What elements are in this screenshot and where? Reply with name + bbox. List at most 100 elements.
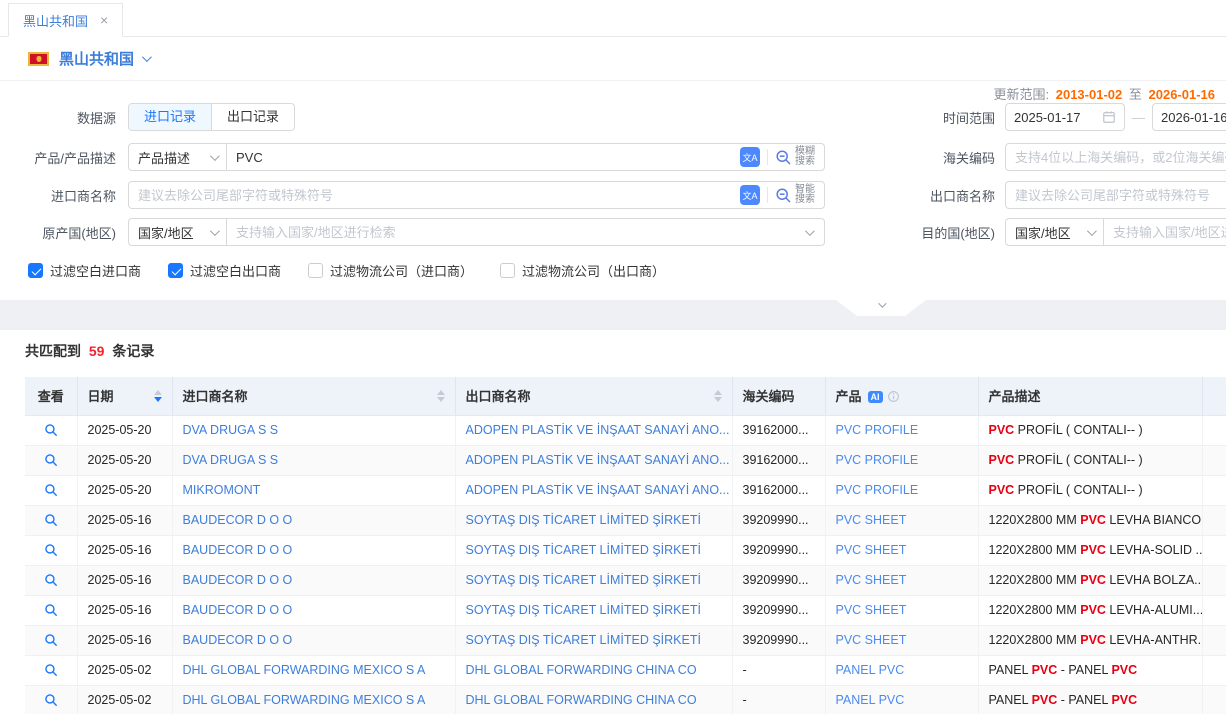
translate-icon[interactable]: 文A	[740, 185, 760, 205]
exporter-link[interactable]: SOYTAŞ DIŞ TİCARET LİMİTED ŞİRKETİ	[466, 513, 701, 527]
product-type-select[interactable]: 产品描述	[129, 144, 227, 170]
product-link[interactable]: PVC SHEET	[836, 633, 907, 647]
exporter-link[interactable]: ADOPEN PLASTİK VE İNŞAAT SANAYİ ANO...	[466, 423, 730, 437]
origin-country-input[interactable]	[227, 225, 805, 240]
update-range: 更新范围: 2013-01-02 至 2026-01-16	[993, 84, 1218, 103]
checkbox-icon[interactable]	[168, 263, 183, 278]
col-header-exporter[interactable]: 出口商名称	[455, 377, 732, 415]
product-link[interactable]: PVC PROFILE	[836, 453, 919, 467]
cell-description: PVC PROFİL ( CONTALI-- )	[978, 445, 1202, 475]
checkbox-icon[interactable]	[500, 263, 515, 278]
fuzzy-search-button[interactable]: 模糊 搜索	[768, 147, 824, 167]
exporter-link[interactable]: SOYTAŞ DIŞ TİCARET LİMİTED ŞİRKETİ	[466, 603, 701, 617]
product-link[interactable]: PVC SHEET	[836, 573, 907, 587]
date-to-input[interactable]: 2026-01-16	[1152, 103, 1226, 131]
tab-montenegro[interactable]: 黑山共和国 ×	[8, 3, 123, 37]
collapse-filters-button[interactable]	[836, 300, 926, 316]
cell-importer: DHL GLOBAL FORWARDING MEXICO S A	[172, 685, 455, 714]
product-link[interactable]: PVC SHEET	[836, 603, 907, 617]
sort-icon-importer[interactable]	[437, 390, 445, 402]
hs-code-input[interactable]	[1005, 143, 1226, 171]
importer-link[interactable]: DHL GLOBAL FORWARDING MEXICO S A	[183, 693, 426, 707]
date-from-input[interactable]: 2025-01-17	[1005, 103, 1125, 131]
exporter-link[interactable]: DHL GLOBAL FORWARDING CHINA CO	[466, 663, 697, 677]
sort-icon-exporter[interactable]	[714, 390, 722, 402]
view-record-button[interactable]	[44, 543, 58, 557]
view-record-button[interactable]	[44, 513, 58, 527]
cell-product: PVC SHEET	[825, 625, 978, 655]
view-record-button[interactable]	[44, 633, 58, 647]
cell-exporter: SOYTAŞ DIŞ TİCARET LİMİTED ŞİRKETİ	[455, 535, 732, 565]
importer-link[interactable]: BAUDECOR D O O	[183, 573, 293, 587]
checkbox-filter-logistics-importer[interactable]: 过滤物流公司（进口商）	[308, 261, 473, 280]
checkbox-icon[interactable]	[28, 263, 43, 278]
time-range-row: 时间范围 2025-01-17 — 2026-01-16	[902, 103, 1226, 131]
importer-input[interactable]	[129, 188, 740, 203]
results-summary: 共匹配到 59 条记录	[25, 341, 1226, 361]
update-range-to: 2026-01-16	[1149, 87, 1216, 102]
importer-link[interactable]: BAUDECOR D O O	[183, 603, 293, 617]
view-record-button[interactable]	[44, 693, 58, 707]
country-title[interactable]: 黑山共和国	[59, 48, 134, 69]
importer-link[interactable]: BAUDECOR D O O	[183, 513, 293, 527]
results-table-body: 2025-05-20DVA DRUGA S SADOPEN PLASTİK VE…	[25, 415, 1226, 714]
product-link[interactable]: PVC SHEET	[836, 513, 907, 527]
checkbox-filter-blank-exporter[interactable]: 过滤空白出口商	[168, 261, 281, 280]
importer-link[interactable]: DHL GLOBAL FORWARDING MEXICO S A	[183, 663, 426, 677]
importer-link[interactable]: BAUDECOR D O O	[183, 633, 293, 647]
chevron-down-icon[interactable]	[142, 52, 152, 62]
cell-exporter: ADOPEN PLASTİK VE İNŞAAT SANAYİ ANO...	[455, 415, 732, 445]
smart-search-button[interactable]: 智能 搜索	[768, 185, 824, 205]
checkbox-filter-logistics-exporter[interactable]: 过滤物流公司（出口商）	[500, 261, 665, 280]
cell-product: PVC PROFILE	[825, 445, 978, 475]
product-link[interactable]: PVC SHEET	[836, 543, 907, 557]
date-to-value: 2026-01-16	[1161, 110, 1226, 125]
exporter-link[interactable]: ADOPEN PLASTİK VE İNŞAAT SANAYİ ANO...	[466, 483, 730, 497]
view-record-button[interactable]	[44, 573, 58, 587]
product-link[interactable]: PVC PROFILE	[836, 423, 919, 437]
table-row: 2025-05-02DHL GLOBAL FORWARDING MEXICO S…	[25, 685, 1226, 714]
exporter-link[interactable]: DHL GLOBAL FORWARDING CHINA CO	[466, 693, 697, 707]
calendar-icon	[1102, 110, 1116, 124]
cell-hs-code: 39209990...	[732, 565, 825, 595]
destination-country-input[interactable]	[1104, 225, 1226, 240]
importer-link[interactable]: BAUDECOR D O O	[183, 543, 293, 557]
importer-link[interactable]: DVA DRUGA S S	[183, 423, 279, 437]
cell-product: PVC PROFILE	[825, 415, 978, 445]
exporter-link[interactable]: SOYTAŞ DIŞ TİCARET LİMİTED ŞİRKETİ	[466, 543, 701, 557]
view-record-button[interactable]	[44, 603, 58, 617]
magnifier-icon	[44, 483, 58, 497]
exporter-link[interactable]: SOYTAŞ DIŞ TİCARET LİMİTED ŞİRKETİ	[466, 633, 701, 647]
exporter-link[interactable]: ADOPEN PLASTİK VE İNŞAAT SANAYİ ANO...	[466, 453, 730, 467]
export-records-option[interactable]: 出口记录	[212, 104, 294, 130]
checkbox-filter-blank-importer[interactable]: 过滤空白进口商	[28, 261, 141, 280]
cell-overflow	[1202, 685, 1226, 714]
view-record-button[interactable]	[44, 483, 58, 497]
view-record-button[interactable]	[44, 453, 58, 467]
importer-link[interactable]: DVA DRUGA S S	[183, 453, 279, 467]
exporter-input[interactable]	[1005, 181, 1226, 209]
product-link[interactable]: PANEL PVC	[836, 693, 905, 707]
origin-country-select[interactable]: 国家/地区	[129, 219, 227, 245]
close-icon[interactable]: ×	[100, 12, 108, 28]
cell-description: 1220X2800 MM PVC LEVHA-ANTHR...	[978, 625, 1202, 655]
col-header-date[interactable]: 日期	[77, 377, 172, 415]
destination-country-select[interactable]: 国家/地区	[1006, 219, 1104, 245]
translate-icon[interactable]: 文A	[740, 147, 760, 167]
search-minus-icon	[775, 187, 792, 204]
table-row: 2025-05-16BAUDECOR D O OSOYTAŞ DIŞ TİCAR…	[25, 505, 1226, 535]
importer-link[interactable]: MIKROMONT	[183, 483, 261, 497]
info-icon[interactable]	[887, 390, 900, 403]
product-link[interactable]: PANEL PVC	[836, 663, 905, 677]
view-record-button[interactable]	[44, 663, 58, 677]
checkbox-icon[interactable]	[308, 263, 323, 278]
product-input[interactable]	[227, 150, 740, 165]
range-dash: —	[1132, 110, 1145, 125]
view-record-button[interactable]	[44, 423, 58, 437]
col-header-importer[interactable]: 进口商名称	[172, 377, 455, 415]
import-records-option[interactable]: 进口记录	[129, 104, 212, 130]
cell-exporter: DHL GLOBAL FORWARDING CHINA CO	[455, 655, 732, 685]
sort-icon-date[interactable]	[154, 390, 162, 402]
product-link[interactable]: PVC PROFILE	[836, 483, 919, 497]
exporter-link[interactable]: SOYTAŞ DIŞ TİCARET LİMİTED ŞİRKETİ	[466, 573, 701, 587]
